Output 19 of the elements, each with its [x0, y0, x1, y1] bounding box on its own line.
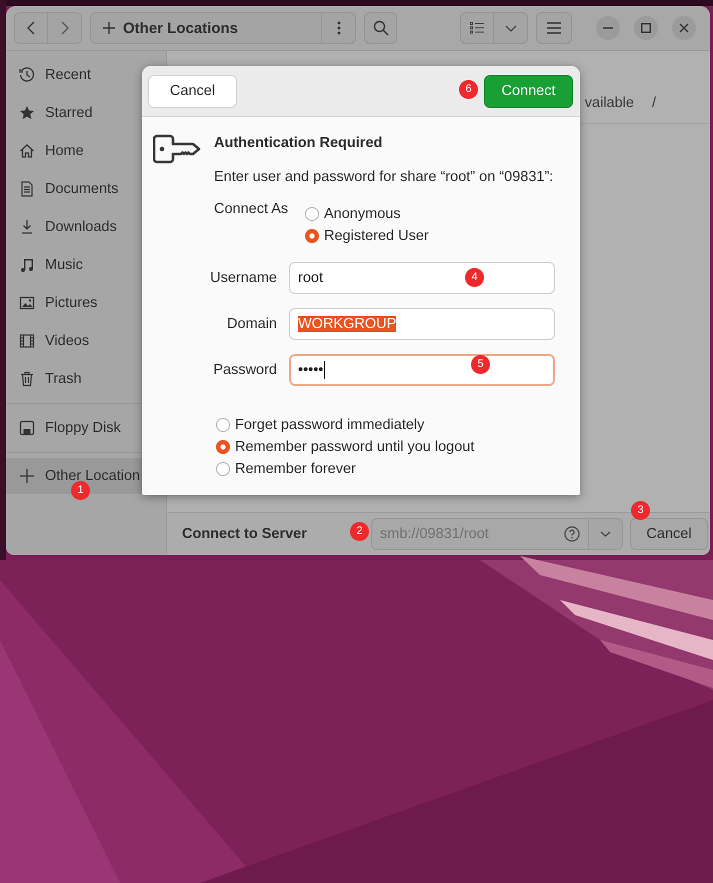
radio-option[interactable]: Forget password immediately — [216, 416, 580, 434]
radio-option[interactable]: Remember forever — [216, 460, 580, 478]
row-text: / — [652, 95, 656, 111]
radio-option[interactable]: Registered User — [305, 227, 429, 245]
connect-as-label: Connect As — [214, 201, 290, 219]
input-field[interactable]: WORKGROUP — [289, 308, 555, 340]
connect-button[interactable]: Connect — [484, 74, 573, 108]
field-label: Domain — [226, 316, 278, 332]
connect-to-server-label: Connect to Server — [182, 526, 307, 542]
field-label: Password — [212, 362, 278, 378]
field-label: Username — [209, 270, 278, 286]
cancel-button[interactable]: Cancel — [630, 518, 708, 550]
cancel-button[interactable]: Cancel — [148, 74, 237, 108]
radio-option[interactable]: Anonymous — [305, 205, 429, 223]
location-button[interactable]: Other Locations — [90, 12, 322, 44]
row-text: vailable — [584, 95, 634, 111]
dialog-title: Authentication Required — [214, 135, 384, 151]
radio-option[interactable]: Remember password until you logout — [216, 438, 580, 456]
dialog-message: Enter user and password for share “root” on “09831”: — [214, 169, 554, 185]
